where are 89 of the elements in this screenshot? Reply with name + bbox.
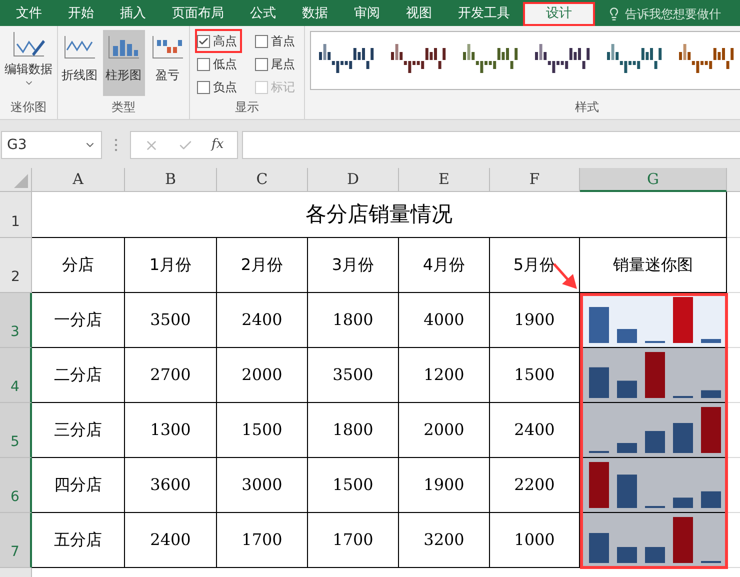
sparkline-type-button[interactable]: 柱形图 (102, 30, 144, 96)
table-cell: 2400 (217, 293, 308, 348)
table-cell: 3000 (217, 458, 308, 513)
ribbon-tab[interactable]: 插入 (107, 2, 159, 26)
tell-me-search[interactable]: 告诉我您想要做什 (625, 5, 721, 23)
group-label: 显示 (235, 99, 259, 116)
ribbon-tab[interactable]: 数据 (289, 2, 341, 26)
column-header[interactable]: F (490, 168, 580, 192)
table-cell: 1000 (490, 513, 580, 568)
table-cell: 1900 (490, 293, 580, 348)
row-header[interactable]: 5 (0, 403, 32, 458)
column-header[interactable]: A (32, 168, 125, 192)
checkbox[interactable] (255, 34, 268, 48)
table-cell: 2200 (490, 458, 580, 513)
table-cell: 3500 (308, 348, 399, 403)
bar-chart-icon (106, 34, 140, 60)
column-header[interactable]: C (217, 168, 308, 192)
group-label: 类型 (112, 99, 136, 116)
checkbox[interactable] (197, 58, 210, 70)
table-cell: 1500 (217, 403, 308, 458)
row-header[interactable]: 7 (0, 513, 32, 568)
table-cell: 2400 (490, 403, 580, 458)
name-box[interactable]: G3 (1, 131, 102, 159)
checkbox-option[interactable]: 高点 (197, 31, 240, 51)
table-cell: 四分店 (32, 458, 125, 513)
group-label: 迷你图 (10, 99, 46, 116)
table-cell: 1500 (308, 458, 399, 513)
table-cell: 1900 (399, 458, 490, 513)
table-cell: 2000 (217, 348, 308, 403)
ribbon-tab[interactable]: 公式 (237, 2, 289, 26)
sparkline-type-button[interactable]: 折线图 (58, 30, 100, 96)
table-cell: 1800 (308, 403, 399, 458)
column-heading: 销量迷你图 (580, 238, 727, 293)
row-header[interactable]: 1 (0, 192, 32, 238)
table-cell: 1300 (125, 403, 217, 458)
column-heading: 3月份 (308, 238, 399, 293)
column-header[interactable]: E (399, 168, 490, 192)
row-header[interactable]: 6 (0, 458, 32, 513)
edit-data-button[interactable]: 编辑数据 (4, 30, 52, 78)
checkbox-option[interactable]: 低点 (197, 54, 240, 74)
checkbox-option[interactable]: 首点 (255, 31, 298, 51)
table-cell: 2000 (399, 403, 490, 458)
callout-arrow (552, 262, 578, 290)
sheet-title: 各分店销量情况 (32, 192, 727, 238)
group-label: 样式 (575, 99, 600, 116)
table-cell: 三分店 (32, 403, 125, 458)
table-cell: 3200 (399, 513, 490, 568)
insert-function-button[interactable]: fx (212, 135, 224, 155)
ribbon-tab[interactable]: 审阅 (341, 2, 393, 26)
column-header[interactable]: B (125, 168, 217, 192)
row-header[interactable]: 3 (0, 293, 32, 348)
ribbon-tab[interactable]: 开始 (55, 2, 107, 26)
table-cell: 4000 (399, 293, 490, 348)
column-header[interactable]: G (580, 168, 727, 192)
table-cell: 3600 (125, 458, 217, 513)
ribbon-tab[interactable]: 设计 (523, 2, 595, 26)
column-heading: 4月份 (399, 238, 490, 293)
ribbon-tab[interactable]: 页面布局 (159, 2, 237, 26)
ribbon-tab[interactable]: 文件 (3, 2, 55, 26)
column-heading: 1月份 (125, 238, 217, 293)
table-cell: 1500 (490, 348, 580, 403)
table-cell: 一分店 (32, 293, 125, 348)
table-cell: 二分店 (32, 348, 125, 403)
table-cell: 1200 (399, 348, 490, 403)
column-heading: 2月份 (217, 238, 308, 293)
table-cell: 1700 (217, 513, 308, 568)
cell-reference: G3 (7, 136, 27, 154)
checkbox[interactable] (197, 34, 210, 48)
table-cell: 五分店 (32, 513, 125, 568)
checkbox-option[interactable]: 尾点 (255, 54, 298, 74)
lightbulb-icon (607, 7, 621, 21)
checkbox[interactable] (197, 80, 210, 94)
sparkline-type-button[interactable]: 盈亏 (146, 30, 188, 96)
table-cell: 2700 (125, 348, 217, 403)
ribbon-tab[interactable]: 开发工具 (445, 2, 523, 26)
row-header[interactable]: 2 (0, 238, 32, 293)
table-cell: 2400 (125, 513, 217, 568)
table-cell: 1700 (308, 513, 399, 568)
column-heading: 分店 (32, 238, 125, 293)
column-header[interactable]: D (308, 168, 399, 192)
checkbox-option[interactable]: 负点 (197, 77, 240, 97)
ribbon-tab[interactable]: 视图 (393, 2, 445, 26)
win-loss-chart-icon (150, 34, 184, 60)
line-chart-icon (62, 34, 96, 60)
table-cell: 3500 (125, 293, 217, 348)
row-header[interactable]: 4 (0, 348, 32, 403)
checkbox[interactable] (255, 58, 268, 70)
formula-input[interactable] (242, 131, 740, 159)
table-cell: 1800 (308, 293, 399, 348)
